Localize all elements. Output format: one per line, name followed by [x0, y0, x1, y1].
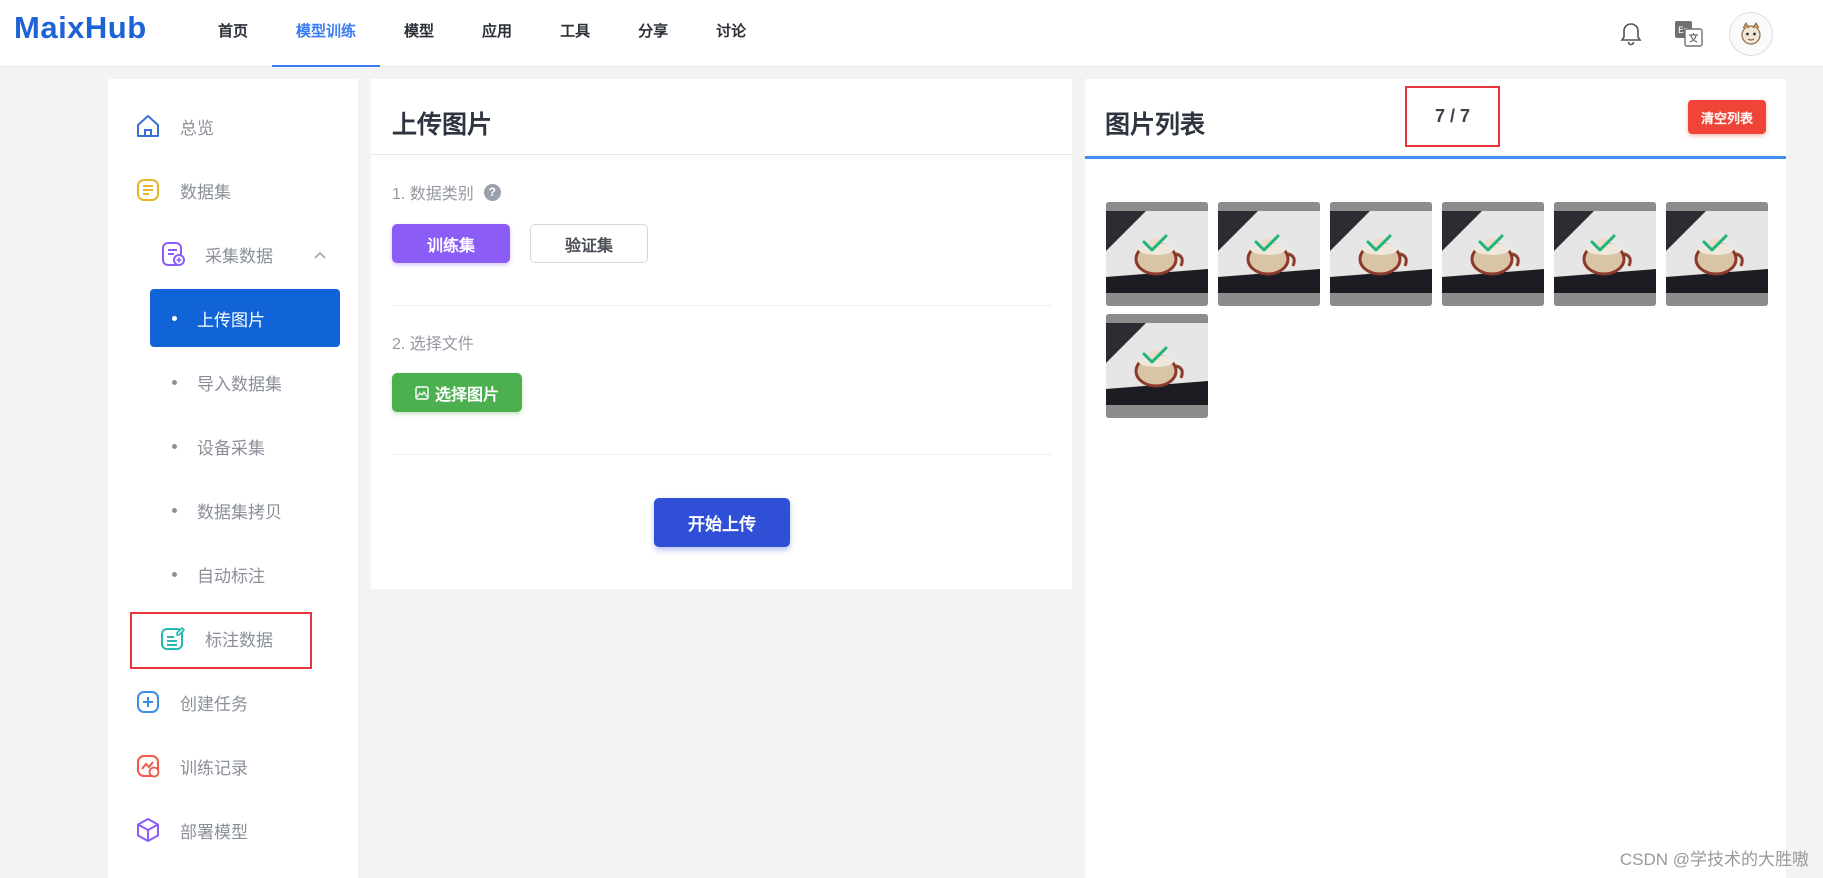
home-icon — [133, 111, 163, 141]
divider — [371, 154, 1072, 155]
sidebar-sub-label: 自动标注 — [197, 566, 265, 586]
sidebar-sub-label: 数据集拷贝 — [197, 502, 282, 522]
image-thumbnail[interactable] — [1106, 202, 1208, 306]
sidebar-item-label: 数据集 — [180, 182, 231, 202]
start-upload-button[interactable]: 开始上传 — [654, 498, 790, 547]
nav-tools[interactable]: 工具 — [536, 0, 614, 67]
main-nav: 首页 模型训练 模型 应用 工具 分享 讨论 — [194, 0, 770, 67]
sidebar-sub-label: 设备采集 — [197, 438, 265, 458]
bullet-dot — [172, 571, 177, 577]
upload-panel: 上传图片 1. 数据类别 ? 训练集 验证集 2. 选择文件 选择图片 开始上传 — [371, 79, 1072, 589]
user-avatar[interactable] — [1729, 11, 1773, 56]
nav-apps[interactable]: 应用 — [458, 0, 536, 67]
highlight-box-label-data — [130, 612, 312, 669]
clear-list-button[interactable]: 清空列表 — [1688, 100, 1766, 134]
collect-data-icon — [158, 239, 188, 269]
image-thumbnail[interactable] — [1442, 202, 1544, 306]
bullet-dot — [172, 315, 177, 321]
sidebar-item-label: 训练记录 — [180, 758, 248, 778]
sidebar-item-overview[interactable]: 总览 — [133, 102, 338, 150]
image-thumbnail[interactable] — [1666, 202, 1768, 306]
divider — [1085, 156, 1786, 159]
sidebar-item-deploy[interactable]: 部署模型 — [133, 806, 338, 854]
bullet-dot — [172, 443, 177, 449]
choose-images-label: 选择图片 — [434, 386, 499, 404]
chevron-up-icon[interactable] — [314, 244, 326, 264]
maixhub-logo[interactable]: MaixHub — [14, 10, 147, 46]
nav-share[interactable]: 分享 — [614, 0, 692, 67]
language-switch-icon[interactable]: En — [1671, 16, 1707, 52]
validation-set-button[interactable]: 验证集 — [530, 224, 648, 263]
nav-models[interactable]: 模型 — [380, 0, 458, 67]
bullet-dot — [172, 507, 177, 513]
nav-model-training[interactable]: 模型训练 — [272, 0, 381, 67]
sidebar-sub-dataset-copy[interactable]: 数据集拷贝 — [150, 481, 340, 539]
watermark: CSDN @学技术的大胜嗷 — [1619, 850, 1809, 869]
sidebar-sub-import-dataset[interactable]: 导入数据集 — [150, 353, 340, 411]
plus-square-icon — [133, 687, 163, 717]
sidebar-item-label: 采集数据 — [205, 246, 273, 266]
upload-title: 上传图片 — [392, 111, 493, 139]
sidebar-sub-auto-label[interactable]: 自动标注 — [150, 545, 340, 603]
divider — [392, 305, 1051, 306]
step2-label: 2. 选择文件 — [392, 330, 474, 354]
image-thumbnail[interactable] — [1106, 314, 1208, 418]
sidebar-sub-label: 上传图片 — [197, 310, 265, 330]
sidebar-sub-upload-images[interactable]: 上传图片 — [150, 289, 340, 347]
sidebar-item-label: 部署模型 — [180, 822, 248, 842]
image-thumbnail[interactable] — [1554, 202, 1656, 306]
sidebar-sub-device-collect[interactable]: 设备采集 — [150, 417, 340, 475]
dataset-icon — [133, 175, 163, 205]
sidebar-item-dataset[interactable]: 数据集 — [133, 166, 338, 214]
notification-bell-icon[interactable] — [1613, 16, 1649, 52]
help-icon[interactable]: ? — [483, 183, 501, 201]
sidebar-sub-label: 导入数据集 — [197, 374, 282, 394]
sidebar-item-train-record[interactable]: 训练记录 — [133, 742, 338, 790]
image-icon — [415, 385, 429, 400]
top-navbar: MaixHub 首页 模型训练 模型 应用 工具 分享 讨论 En — [0, 0, 1823, 67]
train-set-button[interactable]: 训练集 — [392, 224, 510, 263]
image-list-title: 图片列表 — [1105, 111, 1206, 139]
step1-label: 1. 数据类别 ? — [392, 180, 501, 204]
step1-text: 1. 数据类别 — [392, 186, 474, 203]
nav-home[interactable]: 首页 — [194, 0, 272, 67]
bullet-dot — [172, 379, 177, 385]
sidebar-item-create-task[interactable]: 创建任务 — [133, 678, 338, 726]
cube-icon — [133, 815, 163, 845]
sidebar-item-label: 总览 — [180, 118, 214, 138]
image-counter: 7 / 7 — [1405, 86, 1500, 147]
sidebar-item-label: 创建任务 — [180, 694, 248, 714]
sidebar: 总览 数据集 采集数据 上传图片 导入数据集 设备采集 数据集拷贝 自动标注 标… — [108, 79, 358, 878]
divider — [392, 454, 1051, 455]
nav-discuss[interactable]: 讨论 — [692, 0, 770, 67]
step2-text: 2. 选择文件 — [392, 336, 474, 353]
image-list-panel: 图片列表 7 / 7 清空列表 — [1085, 79, 1786, 878]
chart-record-icon — [133, 751, 163, 781]
image-thumbnail[interactable] — [1330, 202, 1432, 306]
choose-images-button[interactable]: 选择图片 — [392, 373, 522, 412]
sidebar-item-collect[interactable]: 采集数据 — [158, 230, 348, 278]
image-thumbnail[interactable] — [1218, 202, 1320, 306]
